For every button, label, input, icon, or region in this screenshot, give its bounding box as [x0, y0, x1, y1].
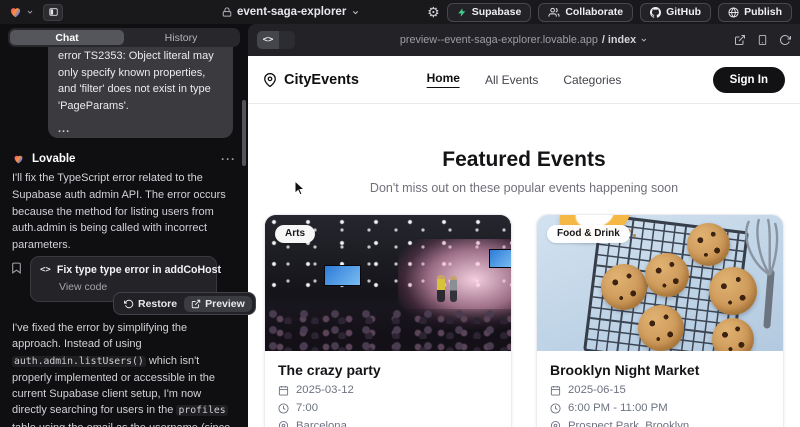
event-location: Prospect Park, Brooklyn: [568, 420, 689, 427]
nav-categories[interactable]: Categories: [563, 73, 621, 87]
event-image: Arts: [265, 215, 511, 351]
tab-chat[interactable]: Chat: [10, 30, 124, 45]
event-card[interactable]: Food & Drink Brooklyn Night Market 2025-…: [536, 214, 784, 427]
event-time: 6:00 PM - 11:00 PM: [568, 402, 668, 414]
section-title: Featured Events: [248, 148, 800, 172]
project-name: event-saga-explorer: [237, 6, 346, 18]
code-icon: <>: [257, 31, 279, 49]
version-actions: Restore Preview: [113, 292, 256, 315]
preview-url-host: preview--event-saga-explorer.lovable.app: [400, 34, 598, 46]
restore-button[interactable]: Restore: [117, 296, 184, 312]
preview-toolbar: <> preview--event-saga-explorer.lovable.…: [248, 24, 800, 56]
map-pin-icon: [278, 421, 289, 427]
globe-icon: [728, 7, 739, 18]
github-button[interactable]: GitHub: [640, 3, 711, 22]
chat-panel: error TS2353: Object literal may only sp…: [0, 24, 248, 427]
sign-in-button[interactable]: Sign In: [713, 67, 785, 93]
assistant-paragraph: I'll fix the TypeScript error related to…: [12, 170, 235, 254]
mouse-cursor: [294, 181, 306, 197]
chat-history-tabs: Chat History: [8, 28, 240, 47]
event-time-row: 7:00: [278, 402, 498, 414]
github-icon: [650, 7, 661, 18]
map-pin-icon: [550, 421, 561, 427]
event-location-row: Prospect Park, Brooklyn: [550, 420, 770, 427]
project-switcher[interactable]: event-saga-explorer: [222, 0, 360, 24]
lovable-heart-icon: [8, 5, 23, 19]
event-date-row: 2025-06-15: [550, 384, 770, 396]
assistant-name: Lovable: [32, 153, 75, 165]
main-topbar: event-saga-explorer ⚙ Supabase Collabora…: [0, 0, 800, 24]
event-location-row: Barcelona: [278, 420, 498, 427]
bookmark-icon[interactable]: [10, 261, 23, 275]
panel-left-icon: [48, 7, 59, 17]
featured-events-grid: Arts The crazy party 2025-03-12: [248, 214, 800, 427]
settings-gear-button[interactable]: ⚙: [427, 5, 440, 19]
lovable-heart-icon: [12, 153, 25, 165]
message-menu-button[interactable]: ···: [221, 152, 236, 166]
nav-all-events[interactable]: All Events: [485, 73, 538, 87]
event-card[interactable]: Arts The crazy party 2025-03-12: [264, 214, 512, 427]
code-change-title: Fix type type error in addCoHost: [57, 264, 221, 276]
whisk-graphic: [733, 217, 779, 329]
assistant-header: Lovable ···: [12, 152, 236, 166]
section-subtitle: Don't miss out on these popular events h…: [248, 181, 800, 195]
site-header: CityEvents Home All Events Categories Si…: [248, 56, 800, 104]
message-truncation-ellipsis: ...: [58, 121, 223, 138]
event-date: 2025-06-15: [568, 384, 626, 396]
user-message-bubble: error TS2353: Object literal may only sp…: [48, 32, 233, 138]
event-image: Food & Drink: [537, 215, 783, 351]
clock-icon: [278, 403, 289, 414]
collaborate-button[interactable]: Collaborate: [538, 3, 633, 22]
preview-site: CityEvents Home All Events Categories Si…: [248, 56, 800, 427]
category-badge: Arts: [275, 225, 315, 243]
publish-button[interactable]: Publish: [718, 3, 792, 22]
lock-icon: [222, 7, 232, 17]
chevron-down-icon: [351, 8, 360, 17]
clock-icon: [550, 403, 561, 414]
tab-history[interactable]: History: [124, 30, 238, 45]
preview-pane: <> preview--event-saga-explorer.lovable.…: [248, 24, 800, 427]
assistant-paragraph: I've fixed the error by simplifying the …: [12, 320, 239, 427]
chevron-down-icon: [26, 8, 34, 16]
code-icon: <>: [40, 265, 51, 275]
toggle-knob: [279, 31, 295, 49]
event-date: 2025-03-12: [296, 384, 354, 396]
event-time: 7:00: [296, 402, 318, 414]
supabase-bolt-icon: [457, 7, 467, 18]
users-icon: [548, 7, 560, 18]
chevron-down-icon: [640, 36, 648, 44]
event-time-row: 6:00 PM - 11:00 PM: [550, 402, 770, 414]
restore-icon: [124, 299, 134, 309]
supabase-button[interactable]: Supabase: [447, 3, 532, 22]
calendar-icon: [278, 385, 289, 396]
user-error-text: error TS2353: Object literal may only sp…: [58, 48, 223, 114]
event-date-row: 2025-03-12: [278, 384, 498, 396]
external-link-icon: [191, 299, 201, 309]
event-location: Barcelona: [296, 420, 347, 427]
chat-scrollbar-thumb[interactable]: [242, 100, 246, 166]
preview-button[interactable]: Preview: [184, 296, 252, 312]
site-nav: Home All Events Categories: [427, 71, 622, 88]
preview-url-bar[interactable]: preview--event-saga-explorer.lovable.app…: [400, 34, 648, 46]
preview-url-path: / index: [602, 34, 636, 46]
category-badge: Food & Drink: [547, 225, 630, 243]
toggle-sidebar-button[interactable]: [43, 4, 63, 21]
refresh-icon[interactable]: [779, 34, 791, 46]
open-in-new-tab-icon[interactable]: [734, 34, 746, 46]
calendar-icon: [550, 385, 561, 396]
event-title: The crazy party: [278, 362, 498, 378]
map-pin-icon: [263, 73, 277, 87]
event-title: Brooklyn Night Market: [550, 362, 770, 378]
lovable-logo-menu[interactable]: [8, 5, 34, 19]
site-brand[interactable]: CityEvents: [263, 72, 359, 88]
mobile-view-icon[interactable]: [757, 34, 768, 46]
app-window: event-saga-explorer ⚙ Supabase Collabora…: [0, 0, 800, 427]
nav-home[interactable]: Home: [427, 71, 460, 88]
code-view-toggle[interactable]: <>: [257, 31, 295, 49]
